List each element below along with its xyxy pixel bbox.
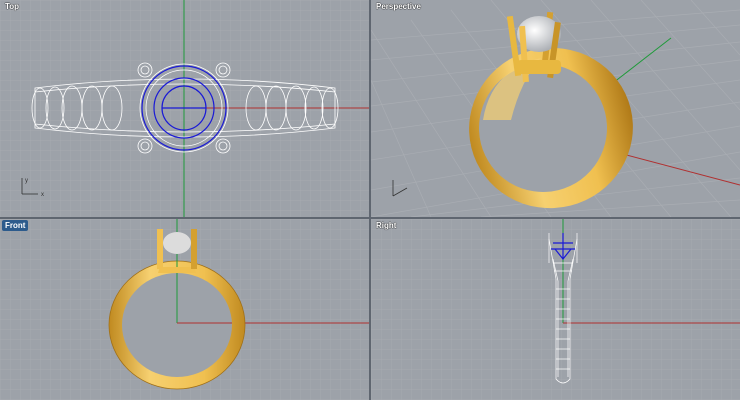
- viewport-right-canvas[interactable]: [371, 219, 740, 400]
- viewport-perspective[interactable]: Perspective: [371, 0, 740, 217]
- viewport-front[interactable]: Front: [0, 219, 369, 400]
- viewport-top-canvas[interactable]: y x: [0, 0, 369, 217]
- viewport-label-perspective[interactable]: Perspective: [373, 1, 424, 12]
- axis-gizmo-y-label: y: [25, 178, 28, 184]
- viewport-front-canvas[interactable]: [0, 219, 369, 400]
- viewport-top[interactable]: y x Top: [0, 0, 369, 217]
- axis-gizmo-x-label: x: [41, 192, 44, 198]
- viewport-perspective-canvas[interactable]: [371, 0, 740, 217]
- viewport-label-right[interactable]: Right: [373, 220, 399, 231]
- viewport-divider-vertical[interactable]: [369, 0, 371, 400]
- viewport-label-top[interactable]: Top: [2, 1, 22, 12]
- viewport-divider-horizontal[interactable]: [0, 217, 740, 219]
- viewport-label-front[interactable]: Front: [2, 220, 29, 231]
- viewport-right[interactable]: Right: [371, 219, 740, 400]
